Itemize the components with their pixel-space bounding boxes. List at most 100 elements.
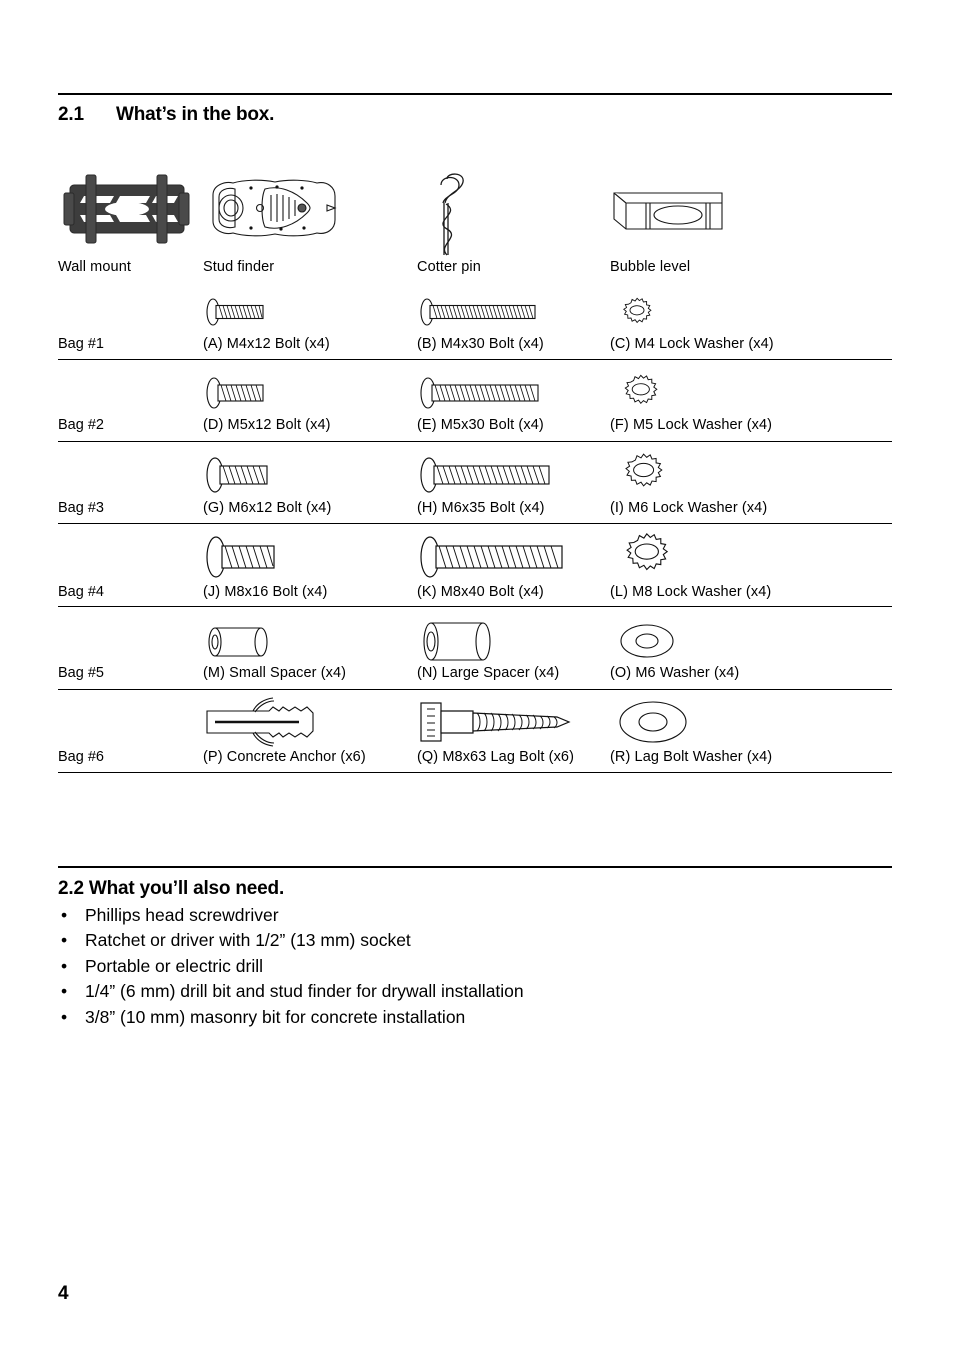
list-item-label: Portable or electric drill [85,955,263,976]
list-item: • Ratchet or driver with 1/2” (13 mm) so… [58,928,858,953]
list-item-label: 3/8” (10 mm) masonry bit for concrete in… [85,1006,466,1027]
section-divider-top [58,93,892,95]
list-item-label: Ratchet or driver with 1/2” (13 mm) sock… [85,930,411,951]
row-divider-3 [58,523,892,524]
tool-label: Cotter pin [417,259,481,275]
bag-label: Bag #3 [58,500,104,516]
lock-washer-icon [610,453,686,497]
part-cell-q: (Q) M8x63 Lag Bolt (x6) [417,697,592,765]
concrete-anchor-icon [203,697,343,747]
bullet-icon: • [61,1006,68,1027]
part-label: (Q) M8x63 Lag Bolt (x6) [417,749,575,765]
lock-washer-icon [610,372,680,414]
bullet-icon: • [61,930,68,951]
needed-items-list: • Phillips head screwdriver • Ratchet or… [58,903,858,1030]
part-label: (J) M8x16 Bolt (x4) [203,584,328,600]
part-label: (I) M6 Lock Washer (x4) [610,500,768,516]
part-cell-i: (I) M6 Lock Washer (x4) [610,453,767,516]
tool-cell-bubble-level: Bubble level [610,163,800,275]
row-divider-1 [58,359,892,360]
part-label: (G) M6x12 Bolt (x4) [203,500,332,516]
part-cell-r: (R) Lag Bolt Washer (x4) [610,697,772,765]
bubble-level-icon [610,163,800,255]
part-cell-j: (J) M8x16 Bolt (x4) [203,535,333,600]
row-divider-2 [58,441,892,442]
bag-label: Bag #5 [58,665,104,681]
part-label: (O) M6 Washer (x4) [610,665,740,681]
part-cell-h: (H) M6x35 Bolt (x4) [417,453,577,516]
part-cell-m: (M) Small Spacer (x4) [203,616,346,681]
part-cell-o: (O) M6 Washer (x4) [610,616,739,681]
list-item-label: 1/4” (6 mm) drill bit and stud finder fo… [85,981,524,1002]
lock-washer-icon [610,533,694,581]
tool-cell-cotter-pin: Cotter pin [417,163,607,275]
part-label: (F) M5 Lock Washer (x4) [610,417,773,433]
tool-label: Stud finder [203,259,275,275]
part-cell-k: (K) M8x40 Bolt (x4) [417,535,587,600]
bag-label: Bag #6 [58,749,104,765]
page-number: 4 [58,1283,69,1304]
tool-cell-stud-finder: Stud finder [203,163,393,275]
flat-washer-icon [610,697,710,747]
manual-page: 2.1 What’s in the box. Wall mount Stud f… [0,0,954,1350]
part-cell-c: (C) M4 Lock Washer (x4) [610,292,774,352]
section-heading-what-youll-also-need: 2.2 What you’ll also need. [58,878,285,899]
bag-label: Bag #1 [58,336,104,352]
list-item: • Phillips head screwdriver [58,903,858,928]
section-title: What’s in the box. [116,104,275,125]
part-label: (R) Lag Bolt Washer (x4) [610,749,773,765]
part-cell-d: (D) M5x12 Bolt (x4) [203,372,333,433]
section-number: 2.1 [58,104,84,125]
part-label: (B) M4x30 Bolt (x4) [417,336,544,352]
bullet-icon: • [61,905,68,925]
bolt-icon [417,292,557,332]
bag-label: Bag #2 [58,417,104,433]
bullet-icon: • [61,955,68,976]
bolt-icon [417,372,567,414]
part-cell-p: (P) Concrete Anchor (x6) [203,697,366,765]
part-label: (A) M4x12 Bolt (x4) [203,336,330,352]
bullet-icon: • [61,981,68,1002]
spacer-cylinder-icon [203,616,313,662]
row-divider-6 [58,772,892,773]
list-item: • Portable or electric drill [58,954,858,979]
flat-washer-icon [610,616,700,662]
section-heading-whats-in-the-box: 2.1 What’s in the box. [58,104,274,126]
lock-washer-icon [610,292,670,332]
part-cell-a: (A) M4x12 Bolt (x4) [203,292,333,352]
bolt-icon [203,372,333,414]
bolt-icon [417,453,577,497]
list-item-label: Phillips head screwdriver [85,905,279,925]
bolt-icon [203,292,333,332]
tool-label: Bubble level [610,259,691,275]
bolt-icon [417,535,587,581]
spacer-cylinder-icon [417,616,537,662]
part-cell-l: (L) M8 Lock Washer (x4) [610,533,771,600]
lag-bolt-icon [417,697,592,747]
part-label: (L) M8 Lock Washer (x4) [610,584,772,600]
bag-label: Bag #4 [58,584,104,600]
row-divider-5 [58,689,892,690]
list-item: • 1/4” (6 mm) drill bit and stud finder … [58,979,858,1004]
part-cell-f: (F) M5 Lock Washer (x4) [610,372,772,433]
section-divider-needs [58,866,892,868]
part-label: (C) M4 Lock Washer (x4) [610,336,774,352]
part-label: (D) M5x12 Bolt (x4) [203,417,331,433]
part-cell-n: (N) Large Spacer (x4) [417,616,559,681]
part-label: (K) M8x40 Bolt (x4) [417,584,544,600]
part-label: (H) M6x35 Bolt (x4) [417,500,545,516]
stud-finder-icon [203,163,393,255]
part-label: (N) Large Spacer (x4) [417,665,560,681]
list-item: • 3/8” (10 mm) masonry bit for concrete … [58,1005,858,1030]
cotter-pin-icon [417,163,607,256]
bolt-icon [203,453,333,497]
tool-label: Wall mount [58,259,131,275]
row-divider-4 [58,606,892,607]
part-cell-g: (G) M6x12 Bolt (x4) [203,453,333,516]
part-cell-b: (B) M4x30 Bolt (x4) [417,292,557,352]
part-label: (M) Small Spacer (x4) [203,665,347,681]
part-label: (P) Concrete Anchor (x6) [203,749,366,765]
bolt-icon [203,535,333,581]
part-cell-e: (E) M5x30 Bolt (x4) [417,372,567,433]
part-label: (E) M5x30 Bolt (x4) [417,417,544,433]
